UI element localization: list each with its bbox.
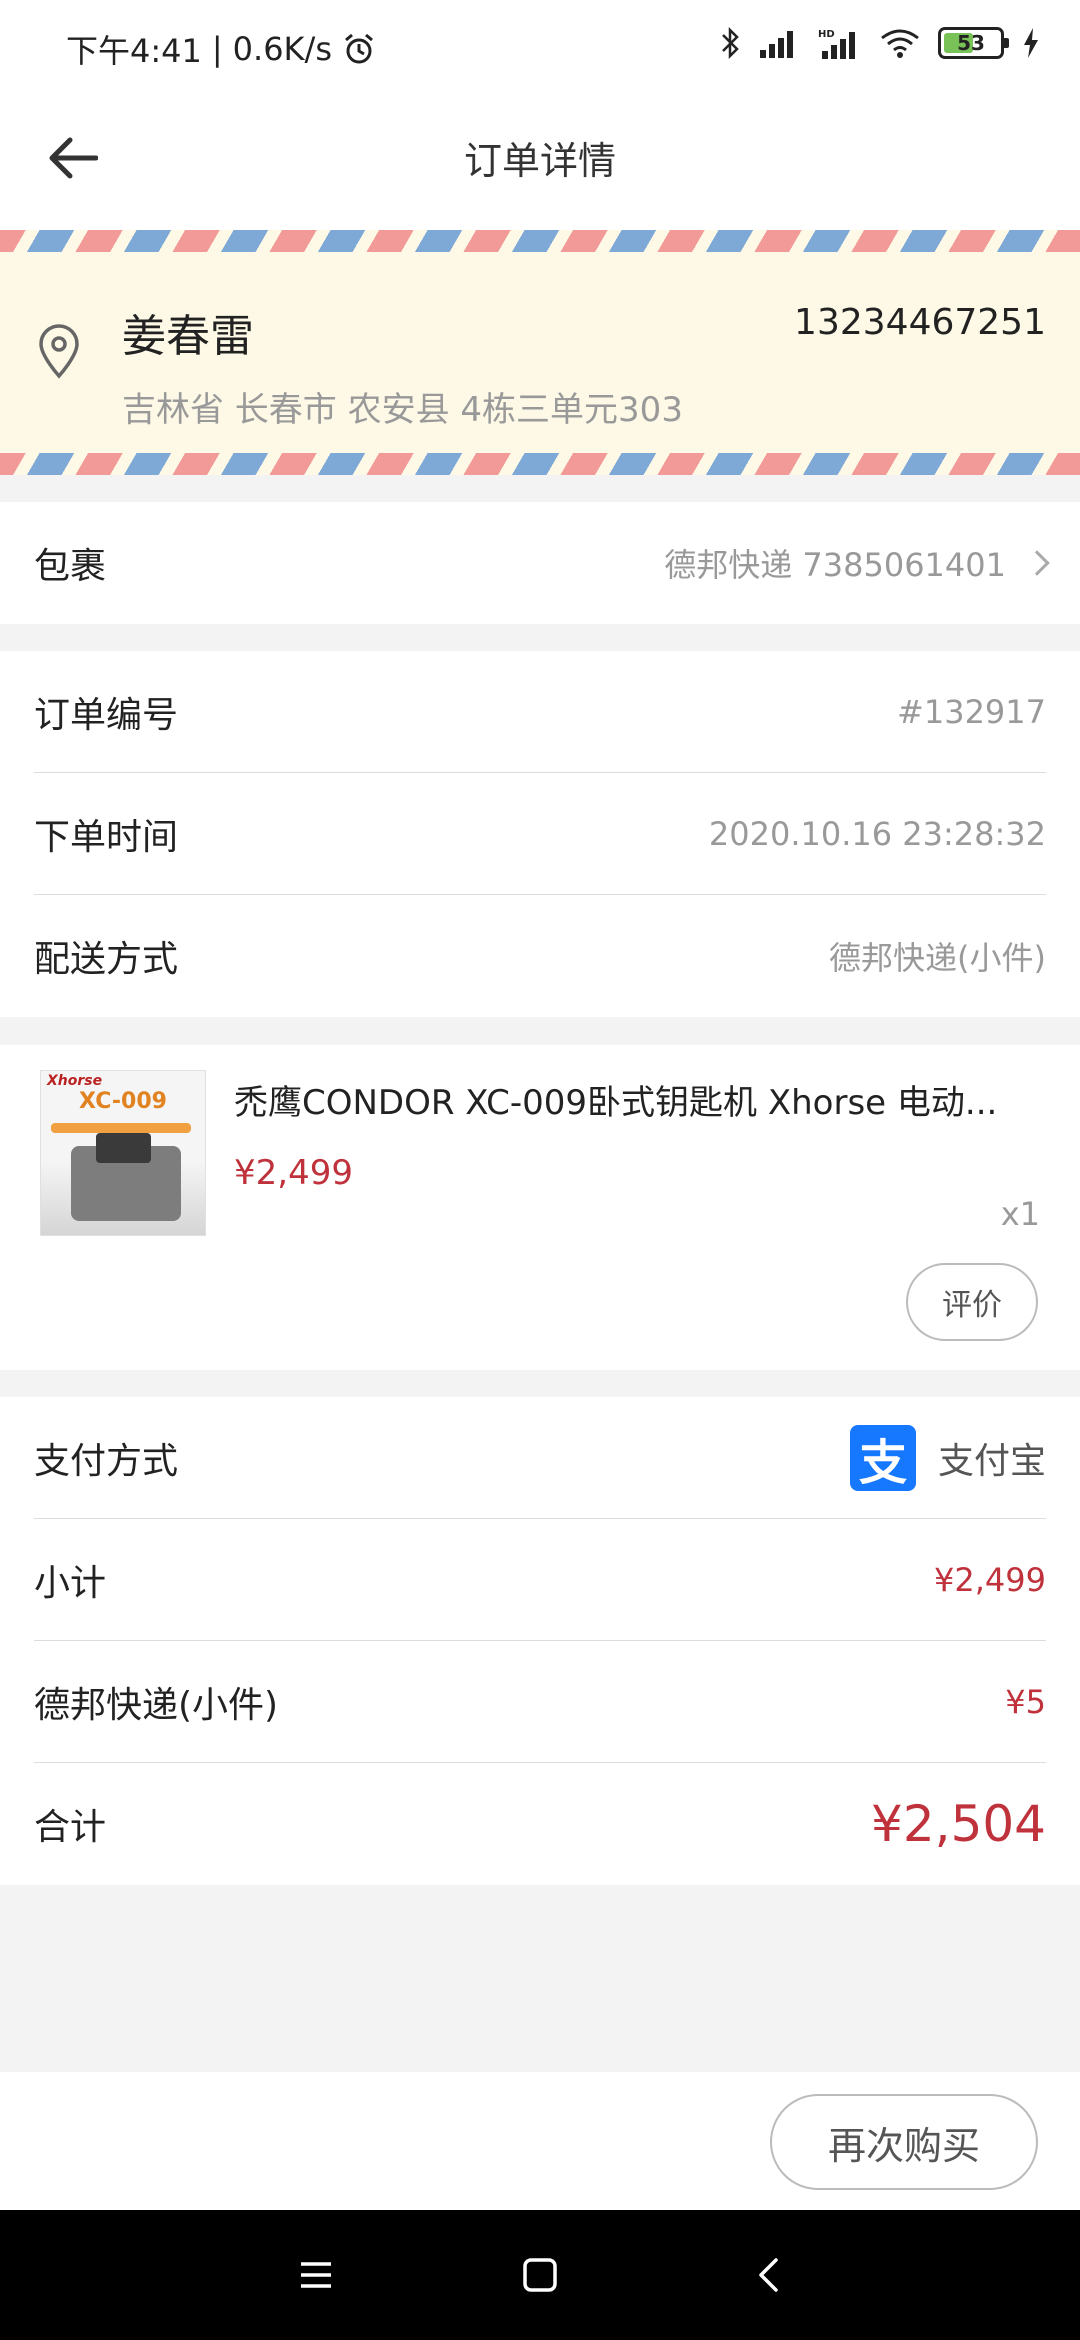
total-row: 合计 ¥2,504	[34, 1763, 1046, 1885]
chevron-right-icon	[1024, 550, 1050, 576]
product-image[interactable]: Xhorse XC-009	[40, 1070, 206, 1236]
order-time-value: 2020.10.16 23:28:32	[708, 814, 1046, 853]
location-pin-icon	[39, 324, 79, 379]
review-button[interactable]: 评价	[906, 1263, 1038, 1341]
alipay-icon: 支	[849, 1424, 916, 1491]
shipping-method-row: 配送方式 德邦快递(小件)	[34, 895, 1046, 1017]
product-image-brand: Xhorse	[47, 1073, 103, 1089]
shipping-method-label: 配送方式	[34, 939, 179, 980]
payment-summary-card: 支付方式 支 支付宝 小计 ¥2,499 德邦快递(小件) ¥5 合计 ¥2,5…	[0, 1397, 1080, 1885]
airmail-stripe-bottom	[0, 453, 1080, 475]
recipient-phone: 13234467251	[794, 302, 1046, 343]
status-time: 下午4:41	[66, 32, 202, 70]
order-number-row: 订单编号 #132917	[34, 651, 1046, 773]
battery-level: 53	[957, 31, 985, 55]
shipping-method-value: 德邦快递(小件)	[829, 939, 1046, 977]
total-value: ¥2,504	[871, 1795, 1046, 1853]
order-info-card: 订单编号 #132917 下单时间 2020.10.16 23:28:32 配送…	[0, 651, 1080, 1017]
order-time-row: 下单时间 2020.10.16 23:28:32	[34, 773, 1046, 895]
order-time-label: 下单时间	[34, 816, 179, 858]
total-label: 合计	[34, 1807, 107, 1848]
shipping-fee-value: ¥5	[1005, 1682, 1046, 1721]
product-price: ¥2,499	[234, 1153, 353, 1193]
signal-icon	[760, 31, 793, 58]
wifi-icon	[881, 29, 919, 58]
charging-icon	[1024, 28, 1038, 58]
shipping-fee-label: 德邦快递(小件)	[34, 1684, 279, 1726]
nav-back-button[interactable]	[738, 2245, 798, 2305]
order-number-label: 订单编号	[34, 694, 179, 736]
package-label: 包裹	[34, 546, 107, 587]
status-left: 下午4:41 | 0.6K/s	[66, 26, 376, 72]
package-row[interactable]: 包裹 德邦快递 7385061401	[34, 502, 1050, 624]
payment-method-value: 支 支付宝	[849, 1424, 1046, 1491]
recipient-address: 吉林省 长春市 农安县 4栋三单元303	[122, 390, 683, 430]
subtotal-value: ¥2,499	[934, 1560, 1046, 1599]
system-nav-bar	[0, 2210, 1080, 2340]
recipient-name: 姜春雷	[122, 311, 254, 362]
home-icon	[523, 2258, 557, 2292]
hd-signal-icon: HD	[818, 29, 855, 59]
product-title[interactable]: 禿鹰CONDOR XC-009卧式钥匙机 Xhorse 电动...	[234, 1075, 1044, 1124]
package-value-wrap: 德邦快递 7385061401	[664, 540, 1050, 586]
status-divider: |	[211, 30, 223, 68]
package-card[interactable]: 包裹 德邦快递 7385061401	[0, 502, 1080, 624]
bluetooth-icon	[722, 26, 739, 60]
subtotal-row: 小计 ¥2,499	[34, 1519, 1046, 1641]
menu-icon	[301, 2262, 331, 2288]
svg-text:HD: HD	[818, 29, 835, 40]
payment-method-row: 支付方式 支 支付宝	[34, 1397, 1046, 1519]
product-image-model: XC-009	[79, 1089, 167, 1114]
status-bar: 下午4:41 | 0.6K/s HD 53	[0, 0, 1080, 90]
status-speed: 0.6K/s	[232, 30, 332, 68]
airmail-stripe-top	[0, 230, 1080, 252]
payment-method-label: 支付方式	[34, 1440, 179, 1482]
bottom-action-bar: 再次购买	[0, 2072, 1080, 2210]
battery-icon: 53	[938, 27, 1009, 59]
product-item[interactable]: Xhorse XC-009 禿鹰CONDOR XC-009卧式钥匙机 Xhors…	[0, 1045, 1080, 1370]
subtotal-label: 小计	[34, 1562, 107, 1604]
product-image-machine-top	[96, 1133, 151, 1163]
alarm-icon	[345, 33, 373, 64]
back-icon	[759, 2258, 778, 2292]
product-image-banner	[51, 1123, 191, 1133]
page-title: 订单详情	[463, 139, 616, 183]
order-number-value: #132917	[897, 692, 1046, 731]
payment-method-name: 支付宝	[937, 1440, 1046, 1482]
product-quantity: x1	[1000, 1195, 1040, 1233]
package-tracking: 德邦快递 7385061401	[664, 546, 1006, 584]
shipping-fee-row: 德邦快递(小件) ¥5	[34, 1641, 1046, 1763]
nav-home-button[interactable]	[510, 2245, 570, 2305]
buy-again-button[interactable]: 再次购买	[770, 2094, 1038, 2190]
status-right: HD 53	[720, 26, 1040, 60]
nav-menu-button[interactable]	[286, 2245, 346, 2305]
shipping-address-card: 姜春雷 13234467251 吉林省 长春市 农安县 4栋三单元303	[0, 230, 1080, 475]
app-header: 订单详情	[0, 90, 1080, 230]
